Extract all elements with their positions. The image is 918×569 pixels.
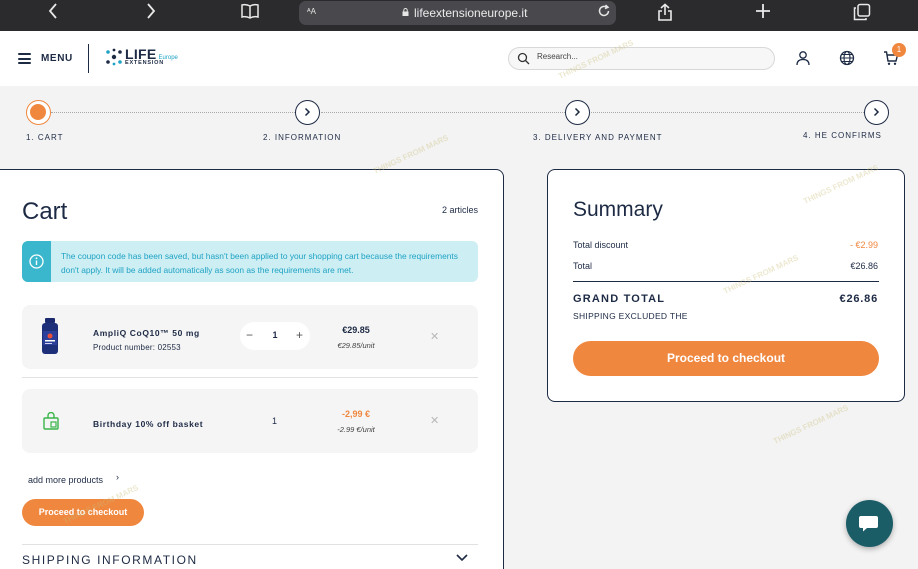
item-product-number: Product number: 02553 — [93, 343, 181, 352]
search-input[interactable] — [537, 52, 757, 61]
menu-button[interactable]: MENU — [18, 53, 73, 64]
step-delivery-indicator[interactable] — [565, 100, 590, 125]
cart-count-badge: 1 — [892, 43, 906, 57]
item-unit-price: €29.85/unit — [337, 341, 375, 350]
summary-panel: Summary Total discount - €2.99 Total €26… — [547, 169, 905, 402]
step-cart-indicator — [26, 100, 51, 125]
info-strip — [22, 241, 51, 282]
browser-toolbar: ᴬA lifeextensioneurope.it — [0, 0, 918, 31]
item-name[interactable]: AmpliQ CoQ10™ 50 mg — [93, 328, 200, 338]
logo-helix-icon — [106, 48, 122, 66]
shipping-excluded-note: SHIPPING EXCLUDED THE — [573, 311, 688, 321]
grand-total-label: GRAND TOTAL — [573, 293, 666, 305]
coupon-quantity: 1 — [272, 416, 278, 426]
chat-bubble-icon — [859, 516, 878, 532]
step-confirm-label: 4. HE CONFIRMS — [803, 131, 882, 140]
site-header: MENU LIFE Europe EXTENSION 1 — [0, 31, 918, 86]
quantity-increase-button[interactable]: + — [296, 328, 303, 342]
tabs-overview-icon[interactable] — [853, 3, 871, 26]
back-icon[interactable] — [48, 3, 58, 24]
quantity-stepper: − 1 + — [240, 322, 310, 350]
new-tab-icon[interactable] — [755, 3, 771, 24]
cart-coupon-row: Birthday 10% off basket 1 -2,99 € -2.99 … — [22, 389, 478, 453]
lock-icon — [402, 8, 409, 16]
address-bar[interactable]: ᴬA lifeextensioneurope.it — [299, 1, 616, 25]
header-divider — [88, 44, 89, 73]
quantity-decrease-button[interactable]: − — [246, 328, 253, 342]
account-icon[interactable] — [795, 50, 811, 66]
reload-icon[interactable] — [597, 4, 611, 22]
step-confirm-indicator[interactable] — [864, 100, 889, 125]
menu-label: MENU — [41, 53, 73, 64]
chevron-down-icon[interactable] — [455, 553, 469, 563]
quantity-value: 1 — [272, 330, 278, 340]
search-box[interactable] — [508, 47, 775, 70]
grand-total-value: €26.86 — [839, 293, 878, 305]
logo-extension-text: EXTENSION — [125, 60, 164, 66]
coupon-name: Birthday 10% off basket — [93, 419, 204, 429]
watermark: THINGS FROM MARS — [771, 403, 850, 446]
logo-life-text: LIFE — [125, 46, 157, 62]
step-information-label: 2. INFORMATION — [263, 133, 342, 142]
total-value: €26.86 — [850, 261, 878, 271]
total-discount-label: Total discount — [573, 240, 629, 250]
articles-count: 2 articles — [441, 205, 478, 215]
cart-item-row: AmpliQ CoQ10™ 50 mg Product number: 0255… — [22, 305, 478, 369]
reader-options-button[interactable]: ᴬA — [307, 7, 316, 16]
cart-title: Cart — [22, 198, 68, 225]
step-connector — [321, 112, 565, 113]
url-text[interactable]: lifeextensioneurope.it — [414, 6, 527, 20]
remove-item-button[interactable]: ✕ — [430, 330, 439, 343]
chevron-right-icon: › — [116, 472, 119, 482]
step-connector — [591, 112, 864, 113]
product-bottle-image[interactable] — [39, 318, 61, 355]
total-discount-value: - €2.99 — [849, 240, 878, 250]
coupon-unit-price: -2.99 €/unit — [337, 425, 375, 434]
globe-icon[interactable] — [839, 50, 855, 66]
remove-coupon-button[interactable]: ✕ — [430, 414, 439, 427]
bookmarks-icon[interactable] — [240, 3, 260, 24]
proceed-to-checkout-button-small[interactable]: Proceed to checkout — [22, 499, 144, 526]
cart-panel: Cart 2 articles The coupon code has been… — [0, 169, 504, 569]
search-icon — [517, 52, 530, 65]
step-delivery-label: 3. DELIVERY AND PAYMENT — [533, 133, 663, 142]
step-connector — [51, 112, 295, 113]
item-divider — [22, 377, 478, 378]
add-more-products-link[interactable]: add more products — [28, 475, 103, 485]
gift-bag-icon — [43, 412, 59, 430]
coupon-info-alert: The coupon code has been saved, but hasn… — [22, 241, 478, 282]
coupon-info-text: The coupon code has been saved, but hasn… — [61, 251, 458, 275]
checkout-stepper: 1. CART 2. INFORMATION 3. DELIVERY AND P… — [0, 86, 918, 162]
item-price: €29.85 — [342, 325, 370, 335]
share-icon[interactable] — [657, 3, 673, 26]
hamburger-icon — [18, 53, 31, 64]
shipping-information-toggle[interactable]: SHIPPING INFORMATION — [22, 553, 198, 567]
coupon-price: -2,99 € — [341, 409, 371, 419]
chat-button[interactable] — [846, 500, 893, 547]
proceed-to-checkout-button[interactable]: Proceed to checkout — [573, 341, 879, 376]
section-divider — [22, 544, 478, 545]
forward-icon[interactable] — [146, 3, 156, 24]
summary-divider — [573, 281, 879, 282]
summary-title: Summary — [573, 198, 663, 221]
site-logo[interactable]: LIFE Europe EXTENSION — [105, 47, 178, 67]
total-label: Total — [573, 261, 593, 271]
step-information-indicator[interactable] — [295, 100, 320, 125]
info-icon — [29, 254, 44, 269]
step-cart-label: 1. CART — [26, 133, 64, 142]
